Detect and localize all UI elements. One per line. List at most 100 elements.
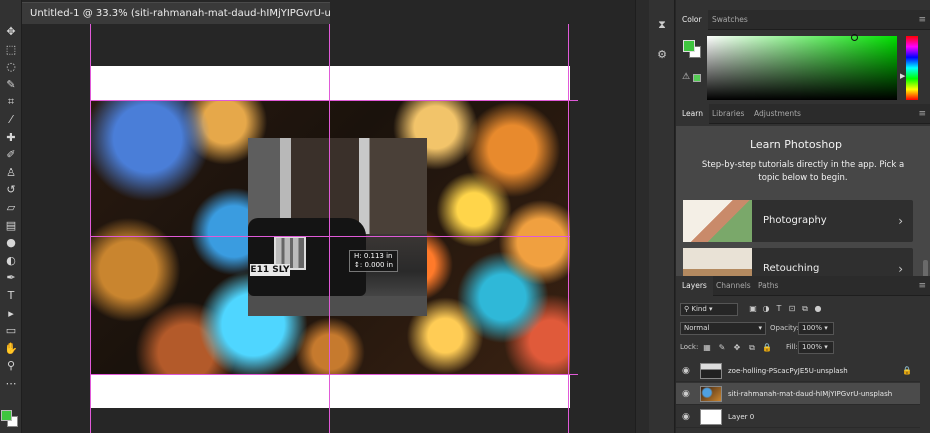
lock-image-icon[interactable]: ✎ — [717, 343, 727, 353]
measurement-tooltip: H: 0.113 in ↕: 0.000 in — [349, 250, 399, 272]
tab-libraries[interactable]: Libraries — [706, 104, 750, 124]
lock-label: Lock: — [680, 343, 699, 351]
crop-tool-icon[interactable]: ⌗ — [3, 94, 19, 110]
tab-color[interactable]: Color — [676, 10, 708, 30]
layer-row[interactable]: ◉ Layer 0 — [676, 406, 920, 428]
pixel-filter-icon[interactable]: ▣ — [748, 304, 758, 314]
canvas-vertical-scrollbar[interactable] — [635, 0, 649, 433]
filter-toggle-icon[interactable]: ● — [813, 304, 823, 314]
tab-adjustments[interactable]: Adjustments — [748, 104, 807, 124]
eye-icon[interactable]: ◉ — [682, 383, 690, 405]
more-tools-icon[interactable]: ⋯ — [3, 376, 19, 392]
guide-vertical-left[interactable] — [90, 24, 91, 433]
guide-horizontal-middle[interactable] — [90, 236, 570, 237]
eye-icon[interactable]: ◉ — [682, 360, 690, 382]
hue-slider-arrow-icon[interactable]: ▶ — [900, 72, 905, 80]
guide-horizontal-top[interactable] — [90, 100, 578, 101]
shape-filter-icon[interactable]: ⊡ — [787, 304, 797, 314]
adjustment-filter-icon[interactable]: ◑ — [761, 304, 771, 314]
learn-panel: Learn Photoshop Step-by-step tutorials d… — [676, 126, 930, 276]
learn-panel-menu-icon[interactable]: ≡ — [918, 104, 926, 124]
layers-panel-tabs: Layers Channels Paths ≡ — [676, 276, 930, 296]
websafe-color-swatch[interactable] — [693, 74, 701, 82]
color-field[interactable] — [707, 36, 897, 100]
move-tool-icon[interactable]: ✥ — [3, 24, 19, 40]
foreground-color-swatch[interactable] — [683, 40, 695, 52]
tab-paths[interactable]: Paths — [752, 276, 784, 296]
layers-panel-menu-icon[interactable]: ≡ — [918, 276, 926, 296]
photography-thumbnail — [683, 200, 752, 242]
toolbar-foreground-color[interactable] — [1, 410, 12, 421]
opacity-input[interactable]: 100% ▾ — [798, 322, 834, 335]
lock-position-icon[interactable]: ✥ — [732, 343, 742, 353]
learn-card-retouching[interactable]: Retouching › — [683, 248, 913, 276]
tab-learn[interactable]: Learn — [676, 104, 709, 124]
out-of-gamut-warning-icon[interactable]: ⚠ — [682, 72, 690, 82]
artboard[interactable]: E11 SLY — [90, 66, 570, 408]
zoom-tool-icon[interactable]: ⚲ — [3, 358, 19, 374]
lock-artboard-icon[interactable]: ⧉ — [747, 343, 757, 353]
gradient-tool-icon[interactable]: ▤ — [3, 218, 19, 234]
layer-row[interactable]: ◉ zoe-holling-PScacPyJE5U-unsplash 🔒 — [676, 360, 920, 382]
color-picker-ring[interactable] — [851, 34, 858, 41]
learn-card-label: Photography — [763, 215, 827, 226]
smart-object-filter-icon[interactable]: ⧉ — [800, 304, 810, 314]
clone-stamp-tool-icon[interactable]: ♙ — [3, 165, 19, 181]
healing-brush-tool-icon[interactable]: ✚ — [3, 130, 19, 146]
color-panel-menu-icon[interactable]: ≡ — [918, 10, 926, 30]
guide-horizontal-bottom[interactable] — [90, 374, 578, 375]
kind-label: Kind — [691, 305, 707, 313]
layer-kind-filter[interactable]: ⚲ Kind ▾ — [680, 303, 738, 316]
guide-vertical-right[interactable] — [568, 24, 569, 433]
eye-icon[interactable]: ◉ — [682, 406, 690, 428]
car-photo[interactable]: E11 SLY — [248, 138, 427, 316]
tab-channels[interactable]: Channels — [710, 276, 757, 296]
path-select-tool-icon[interactable]: ▸ — [3, 306, 19, 322]
type-tool-icon[interactable]: T — [3, 288, 19, 304]
blur-tool-icon[interactable]: ● — [3, 235, 19, 251]
learn-title: Learn Photoshop — [749, 138, 843, 151]
learn-card-photography[interactable]: Photography › — [683, 200, 913, 242]
blend-mode-value: Normal — [684, 324, 710, 332]
properties-panel-icon[interactable]: ⚙ — [655, 48, 669, 62]
hand-tool-icon[interactable]: ✋ — [3, 341, 19, 357]
tab-swatches[interactable]: Swatches — [706, 10, 754, 30]
tools-toolbar: ✥ ⬚ ◌ ✎ ⌗ ⁄ ✚ ✐ ♙ ↺ ▱ ▤ ● ◐ ✒ T ▸ ▭ ✋ ⚲ ⋯ — [0, 0, 22, 433]
quick-select-tool-icon[interactable]: ✎ — [3, 77, 19, 93]
layer-thumbnail — [700, 409, 722, 425]
tab-layers[interactable]: Layers — [676, 276, 713, 296]
fill-input[interactable]: 100% ▾ — [798, 341, 834, 354]
ground — [248, 296, 427, 316]
learn-description: Step-by-step tutorials directly in the a… — [701, 160, 905, 183]
rectangle-tool-icon[interactable]: ▭ — [3, 323, 19, 339]
eraser-tool-icon[interactable]: ▱ — [3, 200, 19, 216]
hue-slider[interactable] — [906, 36, 918, 100]
layer-row[interactable]: ◉ siti-rahmanah-mat-daud-hIMjYIPGvrU-unsp… — [676, 383, 920, 405]
retouching-thumbnail — [683, 248, 752, 276]
eyedropper-tool-icon[interactable]: ⁄ — [3, 112, 19, 128]
lasso-tool-icon[interactable]: ◌ — [3, 59, 19, 75]
chevron-right-icon: › — [898, 262, 903, 276]
history-brush-tool-icon[interactable]: ↺ — [3, 182, 19, 198]
layer-name: siti-rahmanah-mat-daud-hIMjYIPGvrU-unspl… — [728, 390, 893, 398]
pen-tool-icon[interactable]: ✒ — [3, 270, 19, 286]
layer-name: Layer 0 — [728, 413, 755, 421]
history-panel-icon[interactable]: ⧗ — [655, 18, 669, 32]
layer-name: zoe-holling-PScacPyJE5U-unsplash — [728, 367, 848, 375]
collapsed-panel-dock: ⧗ ⚙ — [649, 0, 675, 433]
measure-h-value: H: 0.113 in — [354, 252, 393, 260]
measure-v-value: ↕: 0.000 in — [354, 261, 394, 269]
opacity-label: Opacity: — [770, 324, 799, 332]
learn-card-label: Retouching — [763, 263, 820, 274]
brush-tool-icon[interactable]: ✐ — [3, 147, 19, 163]
marquee-tool-icon[interactable]: ⬚ — [3, 42, 19, 58]
lock-pixels-icon[interactable]: ▦ — [702, 343, 712, 353]
document-tab[interactable]: Untitled-1 @ 33.3% (siti-rahmanah-mat-da… — [22, 2, 330, 24]
lock-all-icon[interactable]: 🔒 — [762, 343, 772, 353]
blend-mode-select[interactable]: Normal ▾ — [680, 322, 766, 335]
dodge-tool-icon[interactable]: ◐ — [3, 253, 19, 269]
canvas-area[interactable]: E11 SLY H: 0.113 in ↕: 0.000 in — [22, 24, 635, 433]
guide-vertical-center[interactable] — [329, 24, 330, 433]
learn-panel-scrollbar[interactable] — [923, 260, 928, 276]
type-filter-icon[interactable]: T — [774, 304, 784, 314]
